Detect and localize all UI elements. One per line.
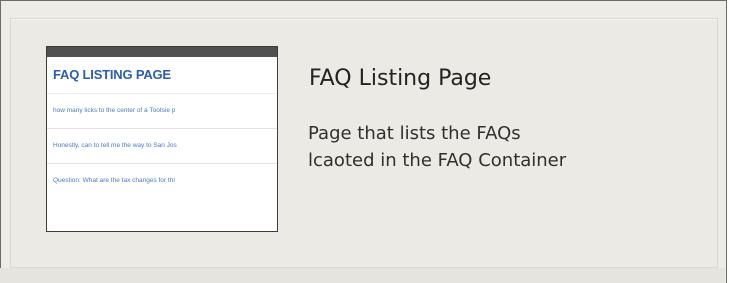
faq-listing-thumbnail[interactable]: FAQ LISTING PAGE how many licks to the c…	[46, 46, 278, 232]
card-title: FAQ Listing Page	[309, 66, 492, 91]
thumbnail-heading: FAQ LISTING PAGE	[53, 67, 171, 82]
card-description: Page that lists the FAQs lcaoted in the …	[308, 120, 708, 174]
bottom-band	[0, 268, 725, 283]
thumbnail-list-item: Honestly, can to tell me the way to San …	[47, 128, 277, 163]
thumbnail-list-item: Question: What are the tax changes for t…	[47, 163, 277, 198]
thumbnail-list-item: how many licks to the center of a Tootsi…	[47, 93, 277, 128]
description-line-1: Page that lists the FAQs	[308, 123, 521, 144]
description-line-2: lcaoted in the FAQ Container	[308, 150, 567, 171]
thumbnail-header-bar	[47, 47, 277, 57]
